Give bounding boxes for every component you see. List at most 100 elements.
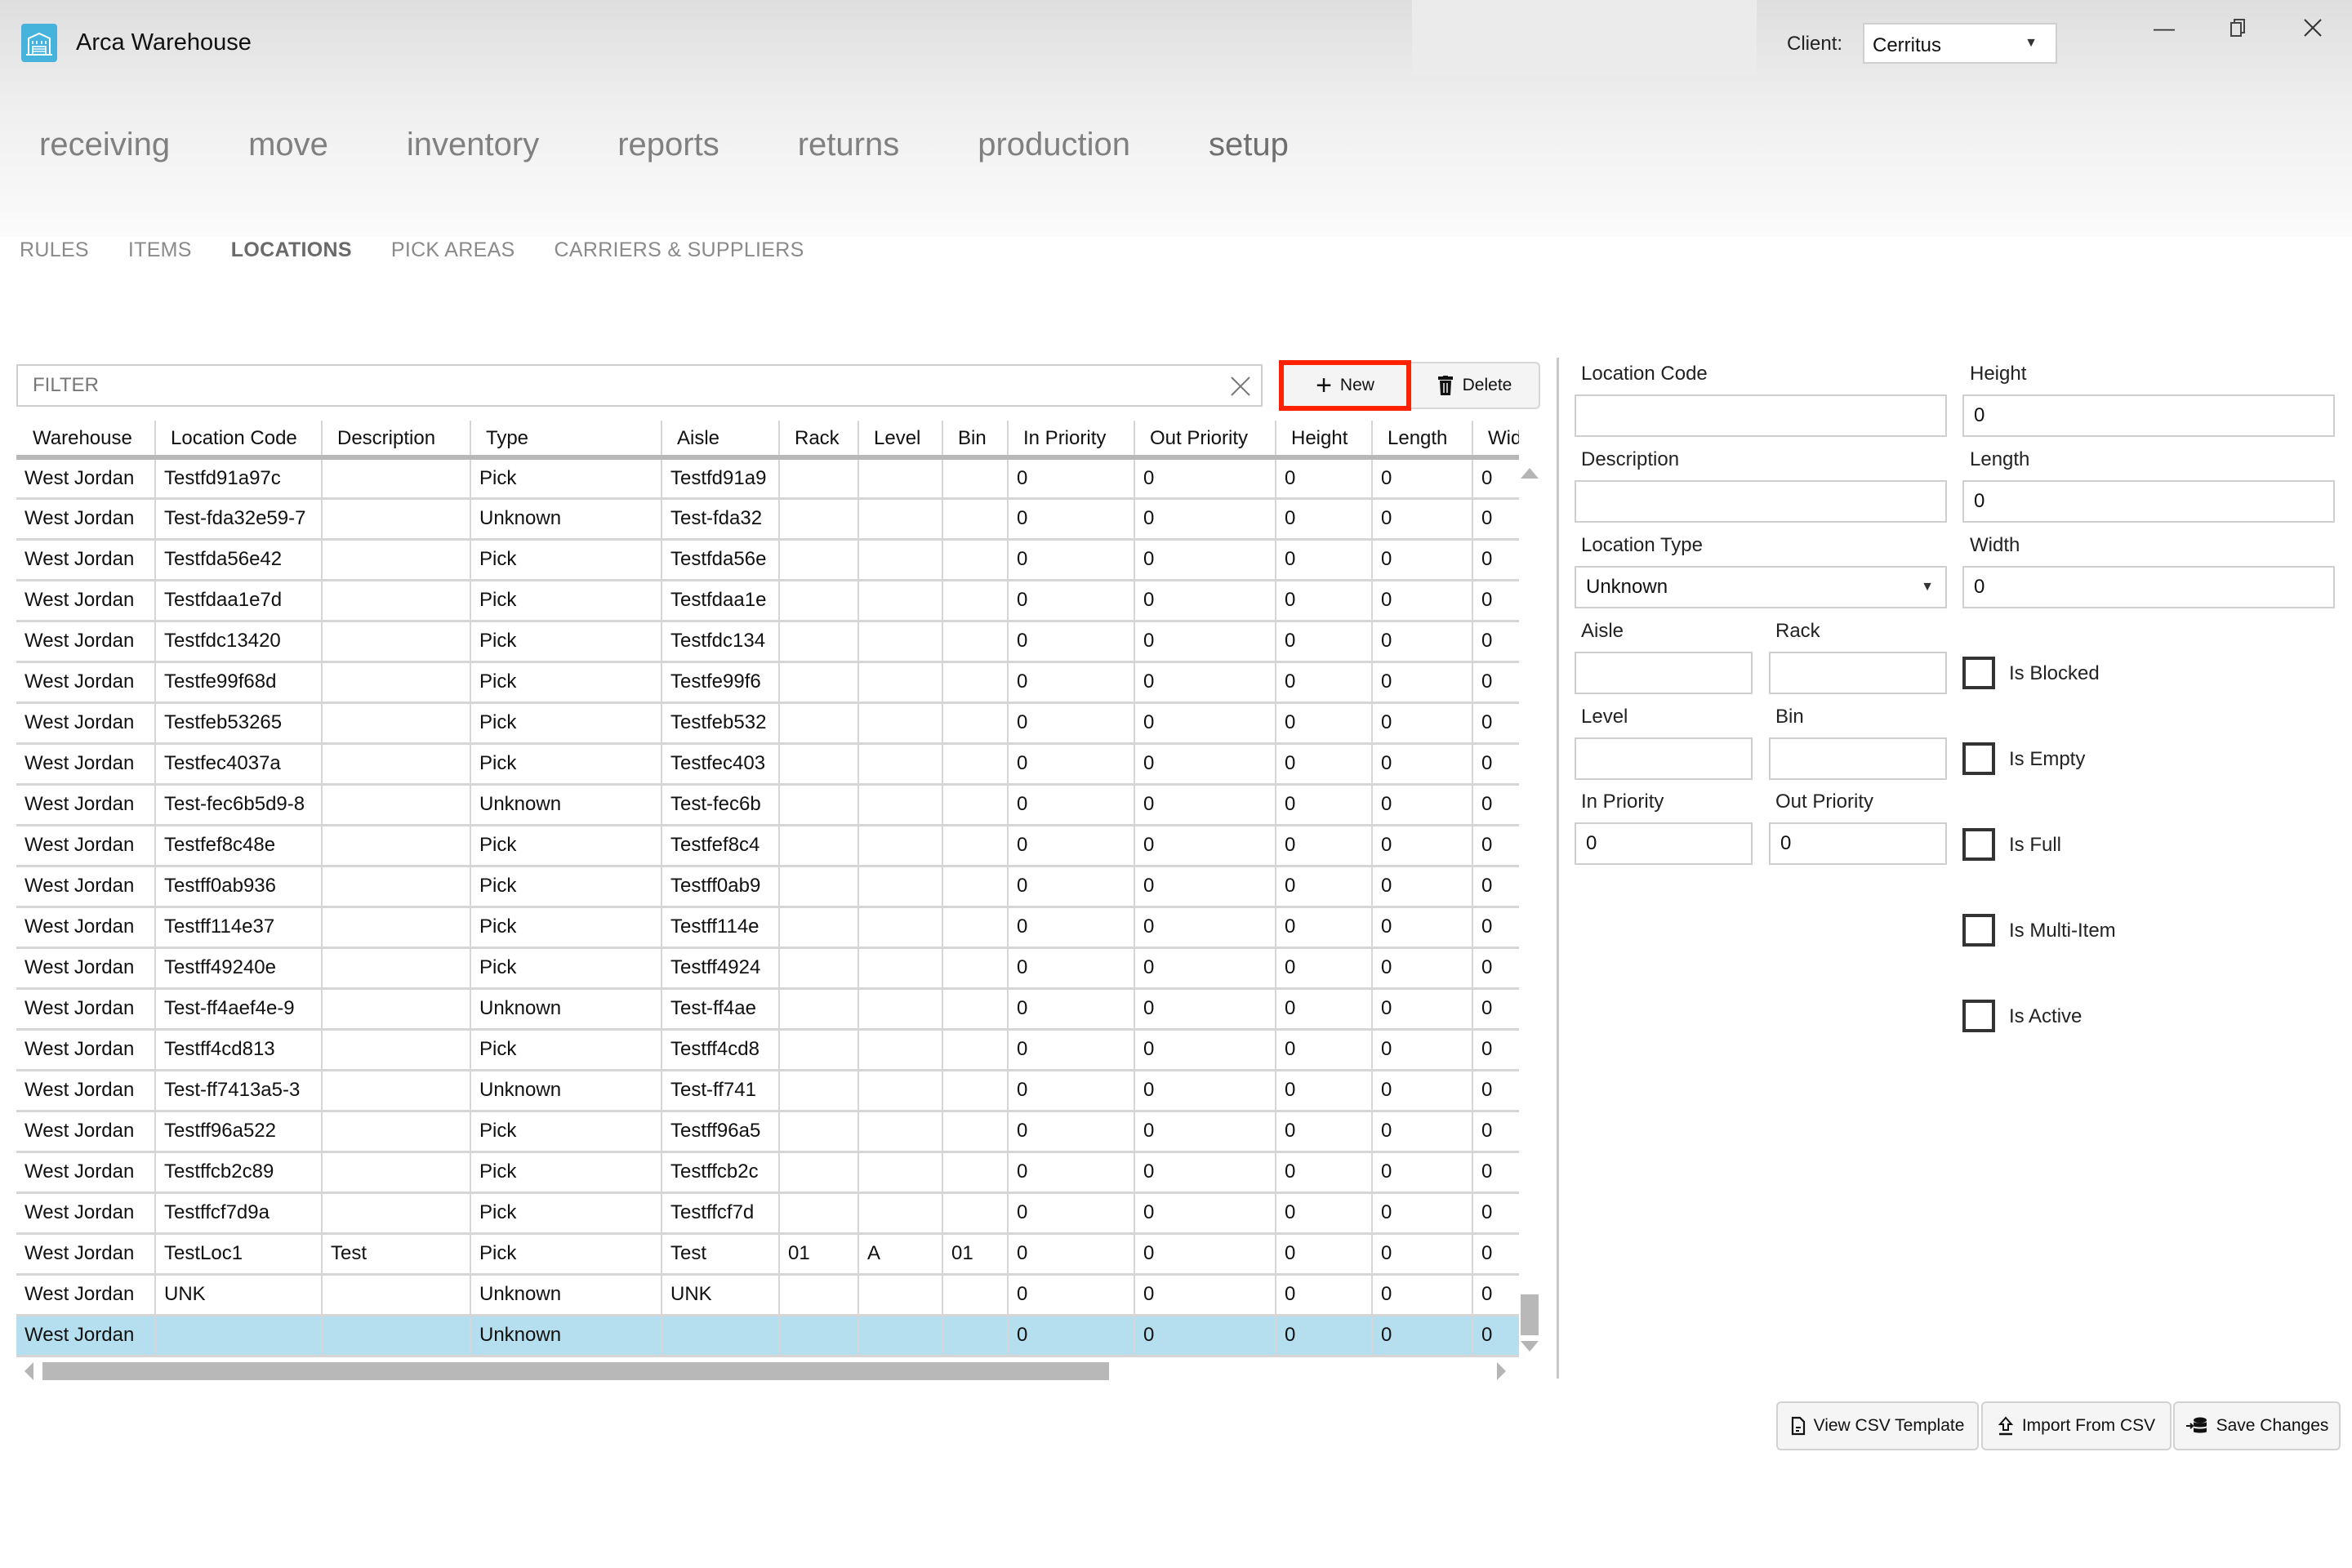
cell-height[interactable]: 0	[1275, 457, 1372, 500]
cell-bin[interactable]	[942, 825, 1008, 867]
nav-production[interactable]: production	[978, 127, 1130, 163]
column-header-width[interactable]: Wid	[1472, 421, 1519, 460]
cell-type[interactable]: Pick	[470, 866, 662, 908]
cell-warehouse[interactable]: West Jordan	[16, 1274, 155, 1316]
scroll-left-arrow-icon[interactable]	[24, 1362, 33, 1380]
cell-warehouse[interactable]: West Jordan	[16, 539, 155, 581]
cell-height[interactable]: 0	[1275, 866, 1372, 908]
cell-aisle[interactable]: Test-fec6b	[661, 784, 779, 826]
vertical-scrollbar[interactable]	[1519, 461, 1539, 1356]
cell-location-code[interactable]: Testfdaa1e7d	[154, 580, 322, 622]
is-full-checkbox[interactable]	[1962, 828, 1995, 861]
cell-bin[interactable]	[942, 662, 1008, 704]
length-input[interactable]: 0	[1962, 480, 2335, 523]
cell-height[interactable]: 0	[1275, 1233, 1372, 1276]
cell-length[interactable]: 0	[1371, 1315, 1472, 1357]
cell-bin[interactable]	[942, 1152, 1008, 1194]
cell-height[interactable]: 0	[1275, 1029, 1372, 1071]
cell-level[interactable]	[858, 702, 942, 745]
cell-description[interactable]	[321, 1315, 470, 1357]
cell-rack[interactable]	[778, 825, 858, 867]
cell-location-code[interactable]	[154, 1315, 322, 1357]
bin-input[interactable]	[1769, 737, 1947, 780]
cell-type[interactable]: Pick	[470, 1192, 662, 1235]
cell-level[interactable]	[858, 580, 942, 622]
cell-type[interactable]: Pick	[470, 743, 662, 786]
table-row[interactable]: West Jordan Testfdaa1e7d Pick Testfdaa1e 0 0 0…	[16, 580, 1519, 622]
width-input[interactable]: 0	[1962, 566, 2335, 608]
cell-length[interactable]: 0	[1371, 1111, 1472, 1153]
cell-aisle[interactable]: UNK	[661, 1274, 779, 1316]
horizontal-scroll-thumb[interactable]	[42, 1362, 1109, 1380]
cell-rack[interactable]	[778, 580, 858, 622]
cell-type[interactable]: Pick	[470, 1233, 662, 1276]
cell-width[interactable]: 0	[1472, 947, 1519, 990]
column-header-height[interactable]: Height	[1275, 421, 1372, 460]
table-row[interactable]: West Jordan Testff96a522 Pick Testff96a5 0 0 0…	[16, 1111, 1519, 1153]
cell-width[interactable]: 0	[1472, 580, 1519, 622]
scroll-down-arrow-icon[interactable]	[1521, 1341, 1539, 1352]
cell-aisle[interactable]: Testfda56e	[661, 539, 779, 581]
column-header-in-priority[interactable]: In Priority	[1007, 421, 1134, 460]
cell-height[interactable]: 0	[1275, 1111, 1372, 1153]
aisle-input[interactable]	[1575, 652, 1753, 694]
cell-in-priority[interactable]: 0	[1007, 1233, 1134, 1276]
column-header-out-priority[interactable]: Out Priority	[1134, 421, 1276, 460]
cell-level[interactable]: A	[858, 1233, 942, 1276]
cell-rack[interactable]	[778, 743, 858, 786]
cell-location-code[interactable]: Testfd91a97c	[154, 457, 322, 500]
cell-height[interactable]: 0	[1275, 743, 1372, 786]
cell-in-priority[interactable]: 0	[1007, 866, 1134, 908]
cell-length[interactable]: 0	[1371, 662, 1472, 704]
restore-button[interactable]	[2214, 11, 2263, 44]
cell-level[interactable]	[858, 621, 942, 663]
cell-height[interactable]: 0	[1275, 662, 1372, 704]
cell-out-priority[interactable]: 0	[1134, 825, 1276, 867]
table-row[interactable]: West Jordan Testff49240e Pick Testff4924 0 0 0…	[16, 947, 1519, 990]
cell-description[interactable]	[321, 743, 470, 786]
cell-width[interactable]: 0	[1472, 1233, 1519, 1276]
tab-rules[interactable]: RULES	[20, 238, 89, 262]
cell-warehouse[interactable]: West Jordan	[16, 1070, 155, 1112]
cell-level[interactable]	[858, 784, 942, 826]
cell-level[interactable]	[858, 743, 942, 786]
cell-in-priority[interactable]: 0	[1007, 1029, 1134, 1071]
cell-width[interactable]: 0	[1472, 498, 1519, 541]
cell-out-priority[interactable]: 0	[1134, 743, 1276, 786]
cell-location-code[interactable]: Testfdc13420	[154, 621, 322, 663]
cell-in-priority[interactable]: 0	[1007, 580, 1134, 622]
cell-type[interactable]: Unknown	[470, 1274, 662, 1316]
column-header-location-code[interactable]: Location Code	[154, 421, 322, 460]
in-priority-input[interactable]: 0	[1575, 822, 1753, 865]
cell-out-priority[interactable]: 0	[1134, 498, 1276, 541]
cell-location-code[interactable]: Test-fec6b5d9-8	[154, 784, 322, 826]
cell-description[interactable]	[321, 498, 470, 541]
cell-location-code[interactable]: UNK	[154, 1274, 322, 1316]
cell-warehouse[interactable]: West Jordan	[16, 621, 155, 663]
cell-width[interactable]: 0	[1472, 702, 1519, 745]
cell-length[interactable]: 0	[1371, 825, 1472, 867]
cell-width[interactable]: 0	[1472, 539, 1519, 581]
cell-type[interactable]: Pick	[470, 947, 662, 990]
cell-length[interactable]: 0	[1371, 1070, 1472, 1112]
cell-description[interactable]	[321, 947, 470, 990]
cell-description[interactable]	[321, 1192, 470, 1235]
cell-length[interactable]: 0	[1371, 784, 1472, 826]
cell-length[interactable]: 0	[1371, 580, 1472, 622]
cell-out-priority[interactable]: 0	[1134, 947, 1276, 990]
cell-out-priority[interactable]: 0	[1134, 1070, 1276, 1112]
table-row[interactable]: West Jordan Unknown 0 0 0 0 0	[16, 1315, 1519, 1357]
table-row[interactable]: West Jordan Testfec4037a Pick Testfec403 0 0 0…	[16, 743, 1519, 786]
cell-warehouse[interactable]: West Jordan	[16, 988, 155, 1031]
cell-in-priority[interactable]: 0	[1007, 825, 1134, 867]
clear-filter-icon[interactable]	[1225, 371, 1254, 400]
table-row[interactable]: West Jordan Testfeb53265 Pick Testfeb532 0 0 0…	[16, 702, 1519, 745]
cell-height[interactable]: 0	[1275, 1070, 1372, 1112]
cell-bin[interactable]	[942, 1111, 1008, 1153]
cell-rack[interactable]	[778, 1192, 858, 1235]
cell-height[interactable]: 0	[1275, 702, 1372, 745]
cell-bin[interactable]	[942, 457, 1008, 500]
table-row[interactable]: West Jordan Test-fda32e59-7 Unknown Test-fd…	[16, 498, 1519, 541]
table-row[interactable]: West Jordan Test-fec6b5d9-8 Unknown Test-fe…	[16, 784, 1519, 826]
cell-height[interactable]: 0	[1275, 947, 1372, 990]
